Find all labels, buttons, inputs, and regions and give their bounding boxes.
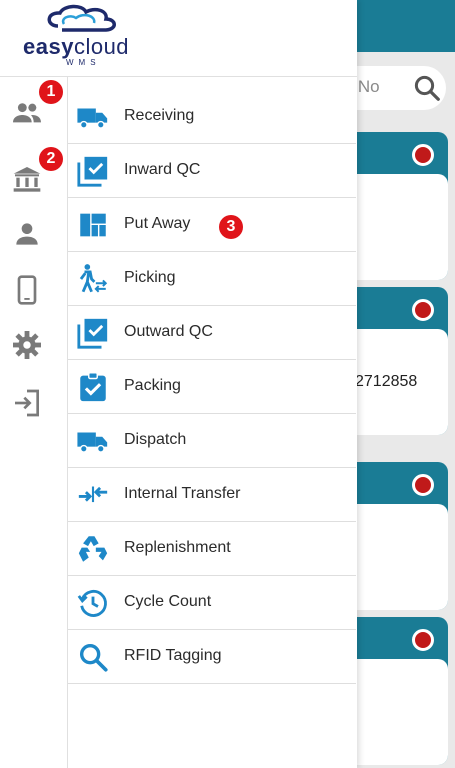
menu-list: Receiving Inward QC Put Away Picking Out… bbox=[68, 90, 356, 684]
truck-icon bbox=[77, 108, 108, 129]
truck-icon bbox=[77, 432, 108, 453]
menu-item-dispatch[interactable]: Dispatch bbox=[68, 414, 356, 468]
badge-3: 3 bbox=[219, 215, 243, 239]
settings-icon[interactable] bbox=[11, 329, 43, 361]
menu-item-label: Outward QC bbox=[124, 323, 213, 340]
history-icon bbox=[77, 589, 107, 617]
grid-icon bbox=[80, 213, 106, 237]
clipboard-check-icon bbox=[80, 372, 106, 402]
picking-icon bbox=[79, 264, 108, 293]
menu-item-inward-qc[interactable]: Inward QC bbox=[68, 144, 356, 198]
recycle-icon bbox=[78, 536, 108, 562]
menu-item-label: Receiving bbox=[124, 107, 195, 124]
menu-item-rfid-tagging[interactable]: RFID Tagging bbox=[68, 630, 356, 684]
menu-item-put-away[interactable]: Put Away bbox=[68, 198, 356, 252]
navigation-drawer: easycloud WMS 1 2 Receiving Inward QC Pu… bbox=[0, 0, 357, 768]
menu-item-label: RFID Tagging bbox=[124, 647, 222, 664]
status-dot bbox=[412, 144, 434, 166]
search-icon bbox=[79, 643, 108, 672]
mobile-icon[interactable] bbox=[11, 274, 43, 306]
status-dot bbox=[412, 474, 434, 496]
menu-item-picking[interactable]: Picking bbox=[68, 252, 356, 306]
logo-text: easycloud bbox=[23, 34, 129, 60]
status-dot bbox=[412, 299, 434, 321]
menu-item-receiving[interactable]: Receiving bbox=[68, 90, 356, 144]
menu-item-label: Put Away bbox=[124, 215, 191, 232]
menu-item-label: Inward QC bbox=[124, 161, 201, 178]
badge-2: 2 bbox=[39, 147, 63, 171]
logo-subtitle: WMS bbox=[66, 58, 101, 67]
transfer-icon bbox=[78, 486, 108, 503]
side-rail bbox=[0, 77, 68, 768]
menu-item-label: Picking bbox=[124, 269, 176, 286]
order-ref-text: 2712858 bbox=[355, 373, 418, 390]
logout-icon[interactable] bbox=[11, 387, 43, 419]
logo-word-cloud: cloud bbox=[73, 34, 130, 59]
menu-item-label: Replenishment bbox=[124, 539, 231, 556]
menu-item-label: Dispatch bbox=[124, 431, 187, 448]
status-dot bbox=[412, 629, 434, 651]
menu-item-packing[interactable]: Packing bbox=[68, 360, 356, 414]
checklist-icon bbox=[77, 156, 108, 187]
menu-item-replenishment[interactable]: Replenishment bbox=[68, 522, 356, 576]
logo-word-easy: easy bbox=[23, 34, 74, 59]
menu-item-cycle-count[interactable]: Cycle Count bbox=[68, 576, 356, 630]
menu-item-internal-transfer[interactable]: Internal Transfer bbox=[68, 468, 356, 522]
badge-1: 1 bbox=[39, 80, 63, 104]
people-icon[interactable] bbox=[11, 97, 43, 129]
menu-item-label: Internal Transfer bbox=[124, 485, 241, 502]
menu-item-label: Cycle Count bbox=[124, 593, 212, 610]
logo: easycloud WMS bbox=[0, 0, 357, 77]
search-icon[interactable] bbox=[412, 73, 442, 103]
bank-icon[interactable] bbox=[11, 163, 43, 195]
menu-item-outward-qc[interactable]: Outward QC bbox=[68, 306, 356, 360]
menu-item-label: Packing bbox=[124, 377, 181, 394]
person-icon[interactable] bbox=[11, 218, 43, 250]
checklist-icon bbox=[77, 318, 108, 349]
cloud-logo-icon bbox=[47, 4, 116, 32]
